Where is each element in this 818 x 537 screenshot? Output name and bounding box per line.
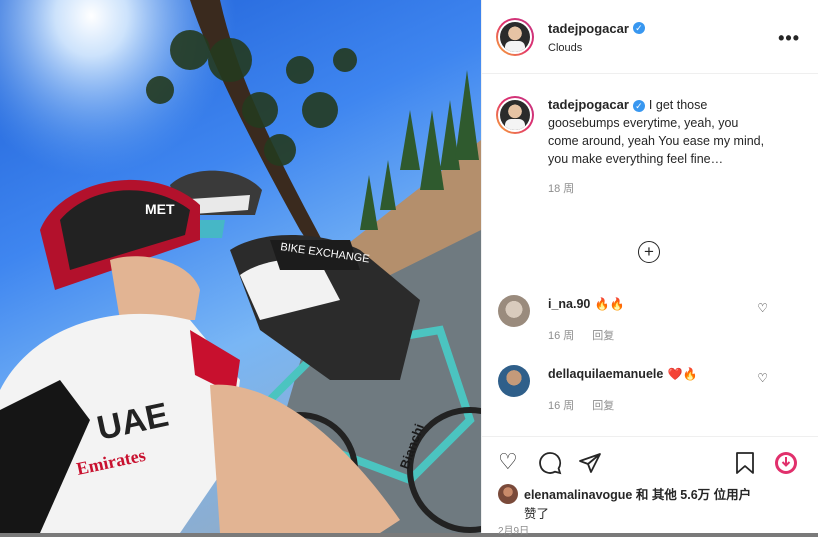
- reply-button[interactable]: 回复: [592, 400, 614, 412]
- comment-item: dellaquilaemanuele ❤️🔥 16 周 回复 ♡: [498, 365, 798, 413]
- heart-icon[interactable]: ♡: [757, 371, 768, 385]
- photo-helmet-text: MET: [145, 201, 175, 217]
- author-avatar[interactable]: [496, 17, 534, 56]
- comment-text: 🔥🔥: [594, 297, 625, 311]
- liker-username[interactable]: elenamalinavogue: [524, 488, 632, 502]
- caption-username[interactable]: tadejpogacar: [548, 97, 629, 112]
- heart-icon[interactable]: ♡: [757, 301, 768, 315]
- comment-timestamp[interactable]: 16 周: [548, 330, 574, 342]
- commenter-username[interactable]: i_na.90: [548, 297, 590, 311]
- add-comment-icon[interactable]: +: [638, 241, 660, 263]
- comment-timestamp[interactable]: 16 周: [548, 400, 574, 412]
- post-actions-bar: ♡: [482, 436, 818, 487]
- post-container: BIKE EXCHANGE MET UAE Emirates Bianchi t…: [0, 0, 818, 537]
- commenter-username[interactable]: dellaquilaemanuele: [548, 367, 663, 381]
- download-extension-icon[interactable]: [774, 451, 798, 479]
- more-options-icon[interactable]: •••: [778, 28, 800, 49]
- post-header: tadejpogacar ✓ Clouds •••: [482, 0, 818, 74]
- comment-text: ❤️🔥: [667, 367, 698, 381]
- liker-avatar[interactable]: [498, 484, 518, 504]
- reply-button[interactable]: 回复: [592, 330, 614, 342]
- post-photo-art: BIKE EXCHANGE MET UAE Emirates Bianchi: [0, 0, 481, 533]
- post-caption: tadejpogacar ✓ I get those goosebumps ever…: [496, 96, 796, 198]
- likes-summary: elenamalinavogue 和 其他 5.6万 位用户 赞了: [498, 484, 808, 522]
- commenter-avatar[interactable]: [498, 295, 530, 327]
- comment-icon[interactable]: [538, 451, 562, 479]
- audio-track-link[interactable]: Clouds: [548, 42, 645, 54]
- post-photo[interactable]: BIKE EXCHANGE MET UAE Emirates Bianchi: [0, 0, 481, 533]
- share-icon[interactable]: [578, 451, 602, 479]
- likes-suffix: 赞了: [524, 507, 550, 521]
- comment-item: i_na.90 🔥🔥 16 周 回复 ♡: [498, 295, 798, 343]
- verified-badge-icon: ✓: [632, 99, 645, 112]
- verified-badge-icon: ✓: [632, 22, 645, 35]
- bookmark-icon[interactable]: [734, 451, 756, 479]
- caption-author-avatar[interactable]: [496, 96, 534, 134]
- post-side-panel: tadejpogacar ✓ Clouds ••• tadejpogacar ✓ I …: [481, 0, 818, 537]
- post-date[interactable]: 2月9日: [498, 522, 529, 537]
- likes-count-text[interactable]: 和 其他 5.6万 位用户: [636, 488, 751, 502]
- commenter-avatar[interactable]: [498, 365, 530, 397]
- caption-timestamp[interactable]: 18 周: [548, 180, 768, 198]
- author-username[interactable]: tadejpogacar: [548, 21, 629, 36]
- heart-icon[interactable]: ♡: [498, 451, 518, 473]
